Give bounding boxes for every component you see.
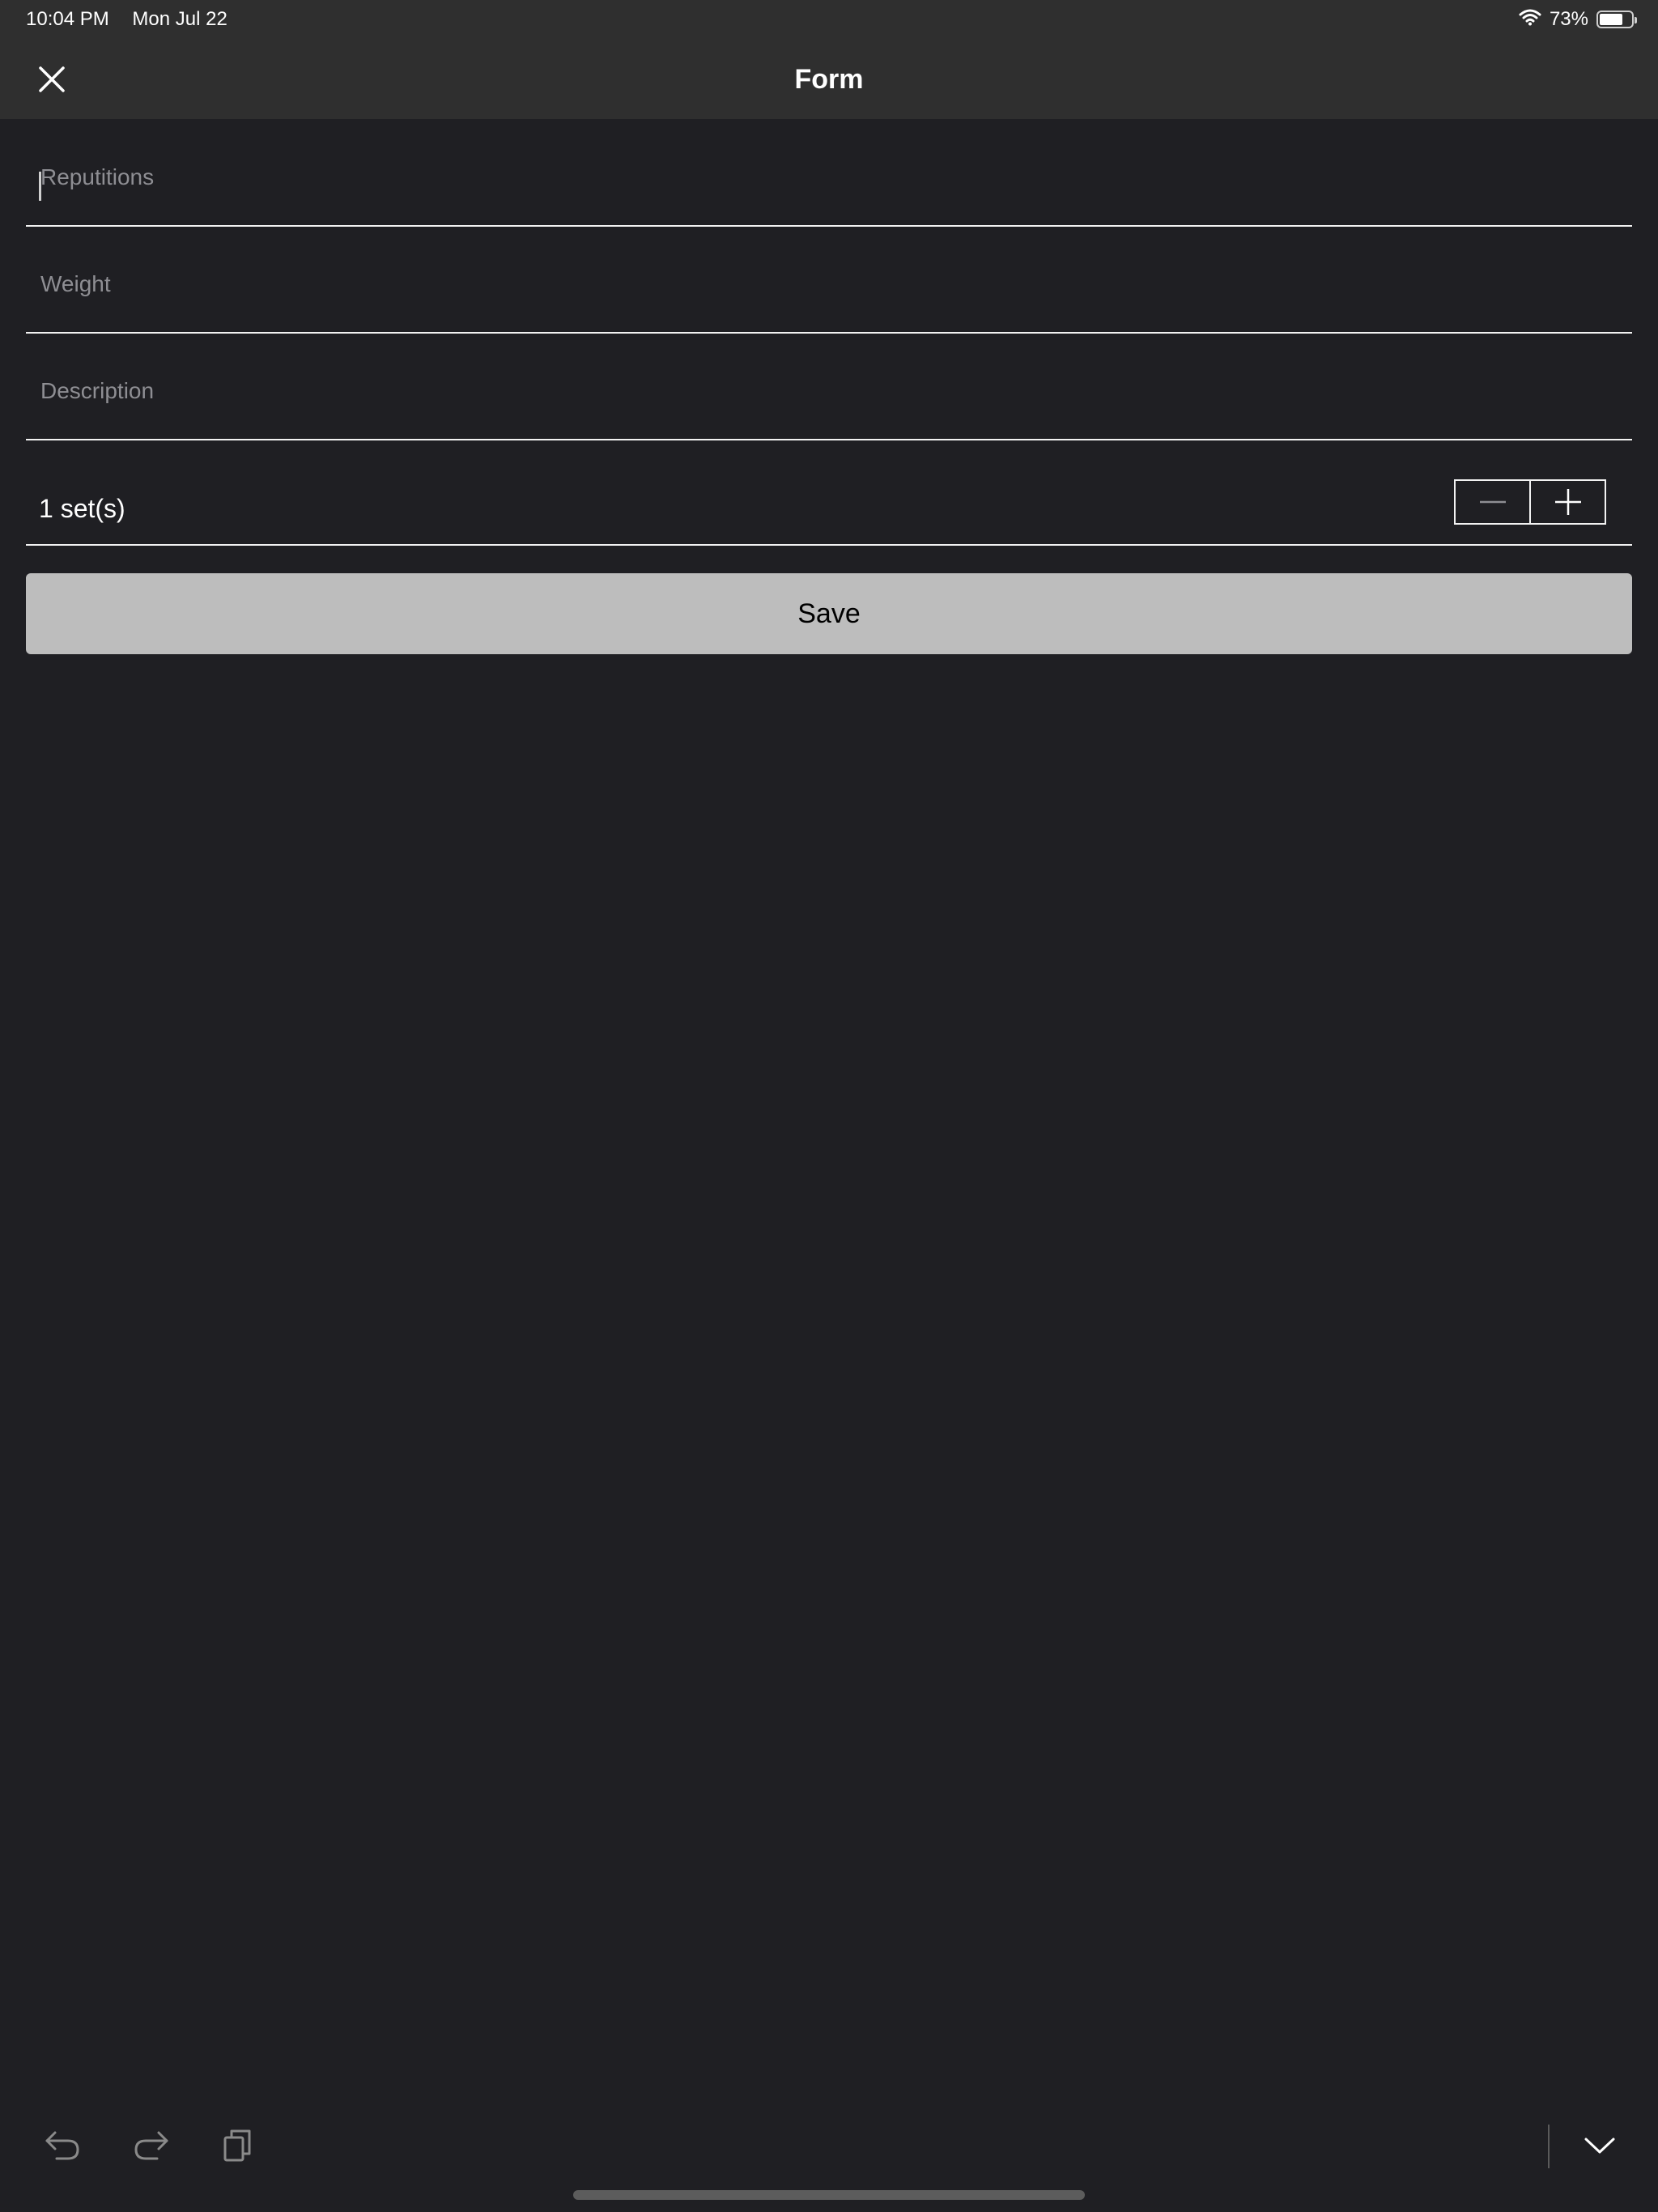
keyboard-accessory-bar [0,2105,1658,2186]
save-button[interactable]: Save [26,573,1632,654]
repetitions-input[interactable] [39,152,1619,202]
save-button-label: Save [797,598,861,629]
redo-icon [134,2131,168,2160]
wifi-icon [1519,8,1541,32]
top-bar: 10:04 PM Mon Jul 22 73% Form [0,0,1658,119]
plus-icon [1554,489,1581,515]
toolbar-divider [1548,2125,1550,2168]
screen: 10:04 PM Mon Jul 22 73% Form Reputitions… [0,0,1658,2212]
undo-icon [45,2131,79,2160]
weight-field[interactable] [26,227,1632,334]
dismiss-keyboard-button[interactable] [1575,2121,1624,2170]
weight-input[interactable] [39,259,1619,309]
home-indicator[interactable] [573,2190,1085,2200]
increment-button[interactable] [1529,481,1605,523]
status-bar-left: 10:04 PM Mon Jul 22 [26,6,245,32]
repetitions-field[interactable] [26,120,1632,227]
sets-stepper [1454,479,1606,525]
battery-icon [1596,11,1637,28]
description-input[interactable] [39,366,1619,416]
status-date: Mon Jul 22 [132,8,227,30]
minus-icon [1479,500,1506,504]
redo-button[interactable] [126,2121,175,2170]
description-field[interactable] [26,334,1632,440]
battery-nub [1635,17,1637,23]
paste-button[interactable] [214,2121,262,2170]
battery-level [1600,14,1622,25]
decrement-button[interactable] [1456,481,1529,523]
sets-row: 1 set(s) [26,439,1632,546]
undo-button[interactable] [39,2121,87,2170]
status-bar-right: 73% [1519,6,1637,32]
page-title: Form [794,64,864,95]
text-cursor [39,172,41,201]
chevron-down-icon [1584,2138,1615,2154]
paste-icon [223,2129,251,2162]
battery-percent: 73% [1549,8,1588,30]
sets-count-label: 1 set(s) [39,494,125,523]
status-time: 10:04 PM [26,8,109,30]
